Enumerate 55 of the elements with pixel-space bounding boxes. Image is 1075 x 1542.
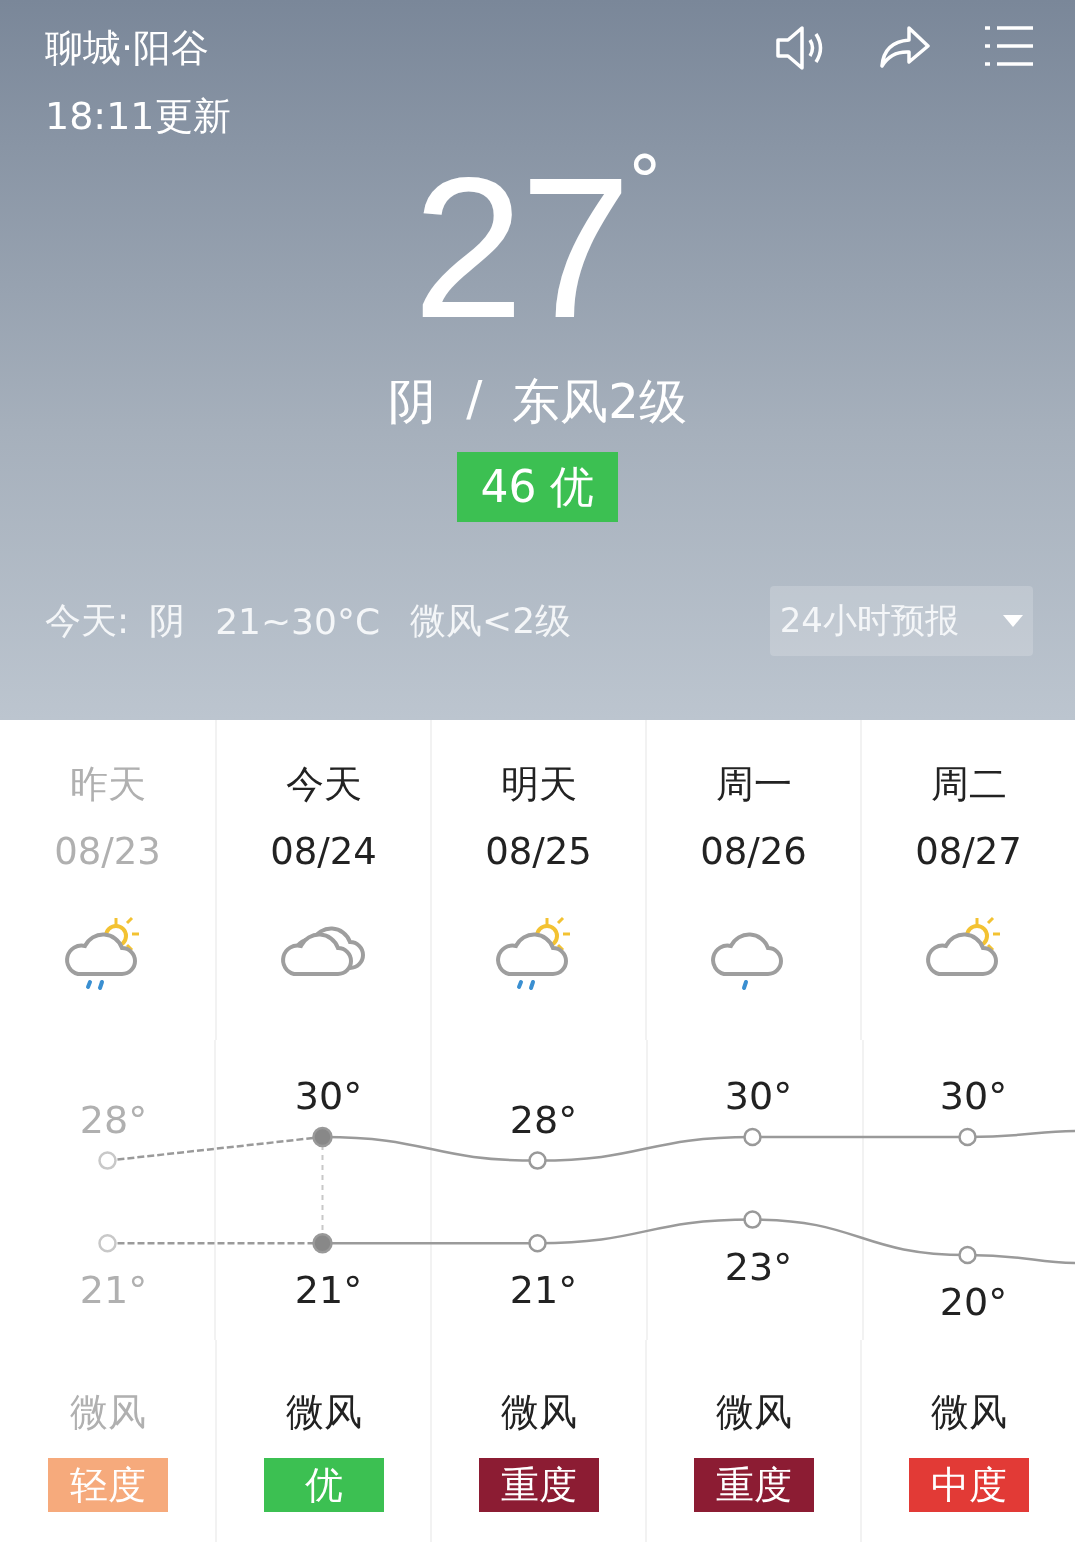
caret-icon: [1003, 615, 1023, 627]
degree-symbol: °: [627, 146, 663, 224]
wind-label: 微风: [500, 1389, 577, 1436]
low-temperature: 21°: [509, 1268, 578, 1313]
temperature-point: [312, 1126, 333, 1148]
high-temperature: 30°: [294, 1074, 363, 1118]
day-date: 08/25: [485, 829, 592, 875]
air-quality-badge: 46 优: [456, 452, 619, 522]
temperature-point: [958, 1245, 977, 1265]
day-date: 08/26: [700, 829, 807, 875]
day-date: 08/24: [270, 829, 377, 875]
low-temperature: 21°: [294, 1268, 363, 1313]
day-name: 今天: [285, 761, 362, 808]
wind-info: 东风2级: [512, 372, 687, 431]
weather-condition: 阴: [388, 372, 437, 431]
low-temperature: 20°: [939, 1280, 1008, 1324]
temperature-point: [98, 1151, 117, 1170]
summary-condition: 阴: [149, 598, 186, 643]
day-date: 08/27: [915, 829, 1022, 875]
air-quality-badge: 优: [263, 1458, 384, 1512]
day-name: 周二: [930, 761, 1007, 808]
wind-label: 微风: [69, 1389, 146, 1436]
high-temperature: 28°: [79, 1097, 148, 1142]
temperature-point: [743, 1127, 762, 1147]
air-quality-badge: 轻度: [47, 1458, 168, 1512]
temperature-point: [312, 1232, 333, 1254]
air-quality-badge: 重度: [478, 1458, 599, 1512]
summary-label: 今天:: [45, 598, 130, 643]
share-icon[interactable]: [879, 24, 931, 68]
wind-label: 微风: [930, 1389, 1007, 1436]
high-temperature: 30°: [939, 1074, 1008, 1118]
location-title[interactable]: 聊城·阳谷: [45, 22, 231, 74]
wind-label: 微风: [715, 1389, 792, 1436]
separator: /: [466, 370, 483, 428]
day-name: 昨天: [69, 761, 146, 808]
day-date: 08/23: [54, 829, 161, 875]
high-temperature: 28°: [509, 1097, 578, 1142]
menu-icon[interactable]: [983, 24, 1035, 68]
update-time: 18:11更新: [45, 93, 231, 140]
day-name: 明天: [500, 761, 577, 808]
day-name: 周一: [715, 761, 792, 808]
low-temperature: 23°: [724, 1244, 793, 1289]
current-temperature: 27: [412, 148, 628, 348]
air-quality-badge: 中度: [908, 1458, 1029, 1512]
low-temperature: 21°: [79, 1268, 148, 1313]
temperature-range: 21~30°C: [215, 600, 381, 642]
temperature-point: [743, 1210, 762, 1229]
temperature-point: [528, 1151, 547, 1170]
temperature-point: [528, 1233, 547, 1253]
temperature-point: [958, 1127, 977, 1147]
summary-wind: 微风<2级: [410, 598, 572, 643]
temperature-point: [98, 1233, 117, 1253]
wind-label: 微风: [285, 1389, 362, 1436]
high-temperature: 30°: [724, 1074, 793, 1118]
air-quality-badge: 重度: [693, 1458, 814, 1512]
